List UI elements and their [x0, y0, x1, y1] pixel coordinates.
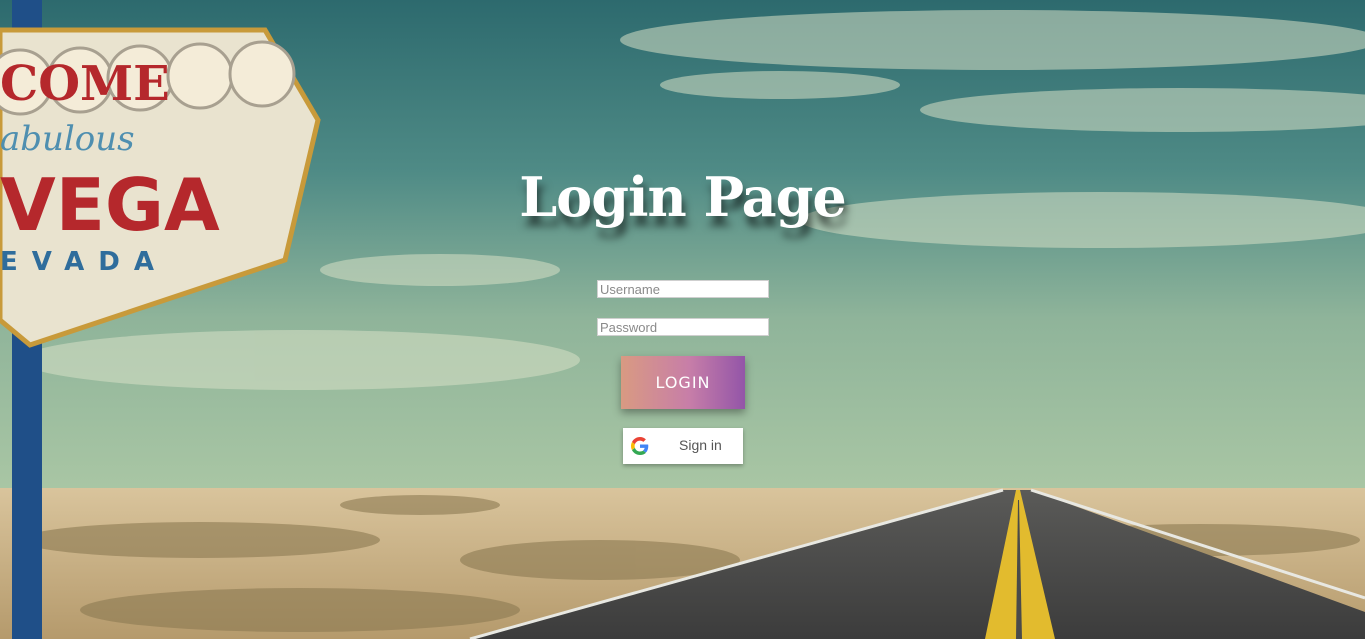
- page-title: Login Page: [519, 165, 847, 229]
- username-input[interactable]: [597, 280, 769, 298]
- google-icon: [631, 437, 649, 455]
- login-button[interactable]: LOGIN: [621, 356, 745, 409]
- password-input[interactable]: [597, 318, 769, 336]
- google-signin-button[interactable]: Sign in: [623, 428, 743, 464]
- google-signin-label: Sign in: [679, 437, 722, 453]
- login-panel: Login Page LOGIN Sign in: [0, 0, 1365, 639]
